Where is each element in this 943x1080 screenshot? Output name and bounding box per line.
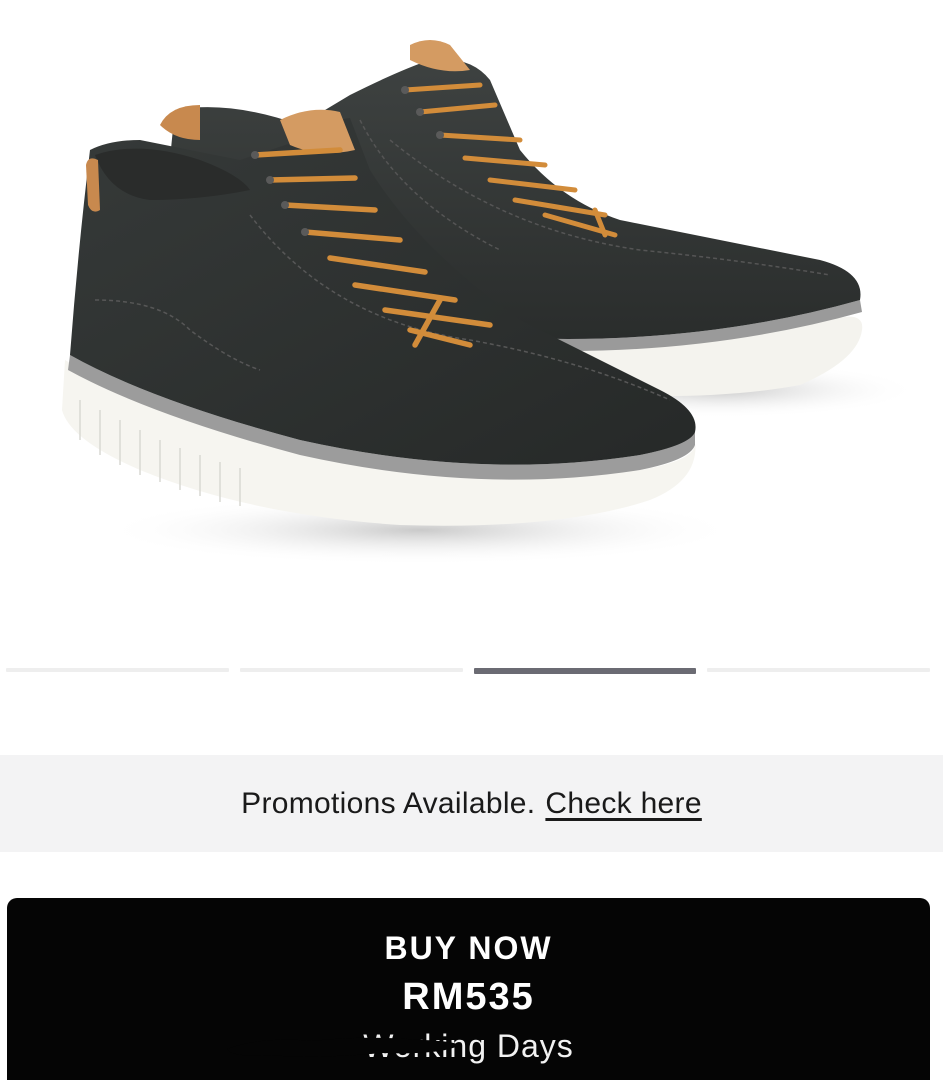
carousel-indicator[interactable] (6, 668, 229, 672)
carousel-indicator[interactable] (239, 668, 463, 672)
redaction-scribble (227, 1037, 460, 1057)
check-here-link[interactable]: Check here (545, 787, 701, 821)
delivery-text: Working Days (363, 1028, 574, 1064)
image-carousel-indicators (6, 668, 930, 674)
carousel-indicator[interactable] (707, 668, 930, 672)
promotions-banner: Promotions Available. Check here (0, 755, 943, 852)
buy-now-label: BUY NOW (384, 930, 553, 966)
product-page: Promotions Available. Check here BUY NOW… (0, 0, 943, 1080)
promotions-text: Promotions Available. (241, 786, 536, 820)
product-image[interactable] (0, 0, 943, 640)
buy-now-button[interactable]: BUY NOW RM535 Working Days (7, 898, 930, 1080)
price-label: RM535 (402, 976, 535, 1018)
carousel-indicator-active[interactable] (473, 668, 697, 674)
